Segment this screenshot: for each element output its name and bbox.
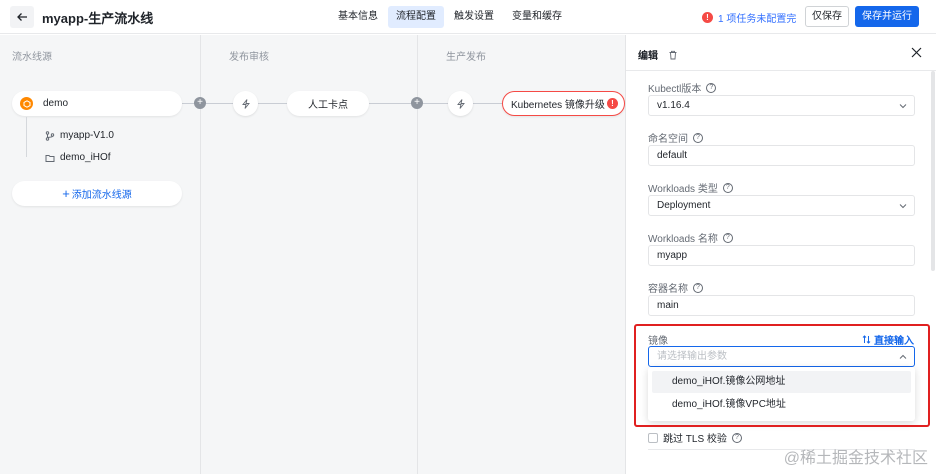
tab-flow-config[interactable]: 流程配置 — [388, 6, 444, 28]
nav-tabs: 基本信息 流程配置 触发设置 变量和缓存 — [330, 6, 572, 28]
label-text: 容器名称 — [648, 284, 688, 295]
help-icon[interactable]: ? — [693, 282, 703, 293]
connector-line — [369, 103, 502, 104]
label-text: 命名空间 — [648, 134, 688, 145]
field-label-namespace: 命名空间 ? — [648, 130, 703, 145]
checkbox-label: 跳过 TLS 校验 — [663, 434, 727, 445]
back-button[interactable] — [10, 6, 34, 28]
label-text: Kubectl版本 — [648, 84, 702, 95]
tab-basic-info[interactable]: 基本信息 — [330, 6, 386, 28]
pipeline-canvas: 流水线源 发布审核 生产发布 demo myapp-V1.0 demo_iHOf… — [0, 35, 625, 474]
save-and-run-button[interactable]: 保存并运行 — [855, 6, 919, 27]
panel-scrollbar[interactable] — [931, 71, 935, 271]
tab-variables-cache[interactable]: 变量和缓存 — [504, 6, 570, 28]
field-label-workloads-name: Workloads 名称 ? — [648, 230, 733, 245]
job-manual-approval[interactable]: 人工卡点 — [287, 91, 369, 116]
panel-header: 编辑 — [638, 47, 678, 62]
top-header: myapp-生产流水线 基本信息 流程配置 触发设置 变量和缓存 ! 1 项任务… — [0, 0, 936, 34]
arrow-left-icon — [17, 13, 27, 21]
incomplete-task-warning[interactable]: ! 1 项任务未配置完 — [702, 10, 796, 25]
field-label-kubectl: Kubectl版本 ? — [648, 80, 717, 95]
kubectl-version-select[interactable]: v1.16.4 — [648, 95, 915, 116]
workloads-type-select[interactable]: Deployment — [648, 195, 915, 216]
page-title: myapp-生产流水线 — [42, 11, 154, 26]
lightning-icon — [456, 98, 465, 109]
field-label-workloads-type: Workloads 类型 ? — [648, 180, 733, 195]
stage-label-source: 流水线源 — [12, 52, 52, 63]
folder-icon — [45, 154, 55, 162]
stage-trigger-production[interactable] — [448, 91, 473, 116]
folder-name: demo_iHOf — [60, 152, 111, 163]
lightning-icon — [241, 98, 250, 109]
plus-icon: + — [62, 186, 70, 201]
skip-tls-row[interactable]: 跳过 TLS 校验 ? — [648, 430, 742, 445]
branch-icon — [45, 130, 55, 141]
panel-title: 编辑 — [638, 51, 658, 62]
panel-divider — [626, 70, 936, 71]
close-icon[interactable] — [911, 47, 922, 58]
field-value: v1.16.4 — [657, 100, 690, 111]
source-card-demo[interactable]: demo — [12, 91, 182, 116]
help-icon[interactable]: ? — [693, 132, 703, 143]
skip-tls-checkbox[interactable] — [648, 432, 658, 443]
stage-label-production: 生产发布 — [446, 52, 486, 63]
job-k8s-image-upgrade[interactable]: Kubernetes 镜像升级 ! — [502, 91, 625, 116]
branch-name: myapp-V1.0 — [60, 130, 114, 141]
chevron-down-icon — [899, 104, 907, 109]
label-text: Workloads 类型 — [648, 184, 718, 195]
field-label-container-name: 容器名称 ? — [648, 280, 703, 295]
tab-trigger-settings[interactable]: 触发设置 — [446, 6, 502, 28]
tree-line — [26, 117, 27, 157]
namespace-input[interactable]: default — [648, 145, 915, 166]
help-icon[interactable]: ? — [706, 82, 717, 93]
add-source-button[interactable]: + 添加流水线源 — [12, 181, 182, 206]
trash-icon[interactable] — [668, 50, 678, 60]
source-folder: demo_iHOf — [45, 152, 111, 163]
package-icon — [20, 97, 33, 110]
stage-trigger-review[interactable] — [233, 91, 258, 116]
container-name-input[interactable]: main — [648, 295, 915, 316]
job-label: Kubernetes 镜像升级 — [511, 100, 605, 111]
workloads-name-input[interactable]: myapp — [648, 245, 915, 266]
add-stage-button[interactable]: + — [411, 97, 423, 109]
help-icon[interactable]: ? — [722, 232, 733, 243]
help-icon[interactable]: ? — [731, 432, 742, 443]
save-only-button[interactable]: 仅保存 — [805, 6, 849, 27]
warning-text: 1 项任务未配置完 — [718, 14, 797, 25]
source-branch: myapp-V1.0 — [45, 130, 114, 141]
stage-label-review: 发布审核 — [229, 52, 269, 63]
label-text: Workloads 名称 — [648, 234, 718, 245]
error-icon: ! — [702, 12, 713, 23]
add-stage-button[interactable]: + — [194, 97, 206, 109]
help-icon[interactable]: ? — [722, 182, 733, 193]
annotation-highlight — [634, 324, 930, 427]
watermark: @稀土掘金技术社区 — [783, 450, 928, 467]
add-source-label: 添加流水线源 — [71, 190, 132, 201]
error-icon: ! — [607, 98, 618, 109]
source-name: demo — [43, 98, 69, 109]
field-value: Deployment — [657, 200, 711, 211]
chevron-down-icon — [899, 204, 907, 209]
